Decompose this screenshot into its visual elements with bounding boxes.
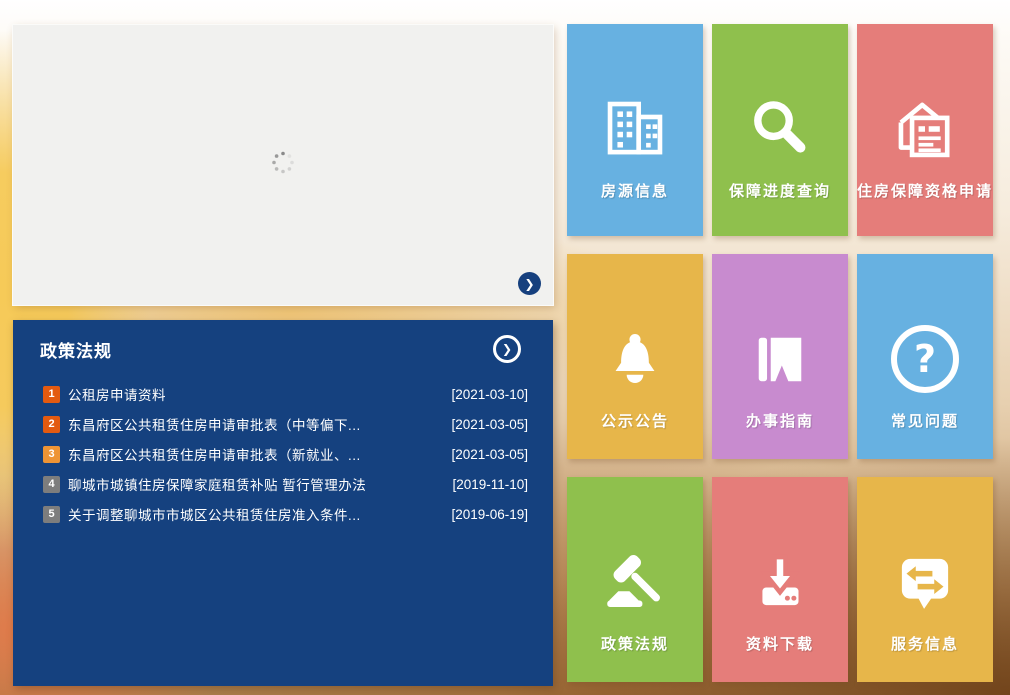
tile-service-info[interactable]: 服务信息: [857, 477, 993, 682]
tile-label: 公示公告: [600, 413, 669, 430]
policy-news-panel: 政策法规 ❯ 1 公租房申请资料 [2021-03-10] 2 东昌府区公共租赁…: [13, 320, 553, 686]
policy-item-link[interactable]: 公租房申请资料: [68, 384, 443, 404]
policy-item-link[interactable]: 东昌府区公共租赁住房申请审批表（中等偏下...: [68, 414, 443, 434]
house-document-icon: [888, 90, 962, 168]
tile-label: 保障进度查询: [728, 183, 831, 200]
tile-qualification-apply[interactable]: 住房保障资格申请: [857, 24, 993, 236]
policy-item-link[interactable]: 聊城市城镇住房保障家庭租赁补贴 暂行管理办法: [68, 474, 444, 494]
policy-item-link[interactable]: 关于调整聊城市市城区公共租赁住房准入条件...: [68, 504, 443, 524]
policy-item-date: [2019-11-10]: [452, 476, 528, 492]
bell-icon: [598, 320, 672, 398]
tile-label: 常见问题: [890, 413, 959, 430]
book-icon: [743, 320, 817, 398]
tile-policies[interactable]: 政策法规: [567, 477, 703, 682]
service-tiles-grid: 房源信息 保障进度查询 住房保障资格申请 公示公告 办事指南 ? 常见问题 政策…: [567, 24, 993, 682]
tile-label: 政策法规: [600, 636, 669, 653]
loading-spinner-icon: [270, 150, 296, 181]
tile-downloads[interactable]: 资料下载: [712, 477, 848, 682]
chevron-right-icon: ❯: [524, 276, 535, 291]
list-item[interactable]: 1 公租房申请资料 [2021-03-10]: [13, 379, 553, 409]
policy-panel-header: 政策法规 ❯: [13, 320, 553, 363]
policy-more-button[interactable]: ❯: [493, 335, 521, 363]
download-icon: [743, 543, 817, 621]
question-icon: ?: [891, 320, 959, 398]
policy-item-date: [2021-03-05]: [451, 416, 528, 432]
tile-label: 资料下载: [745, 636, 814, 653]
list-item[interactable]: 2 东昌府区公共租赁住房申请审批表（中等偏下... [2021-03-05]: [13, 409, 553, 439]
buildings-icon: [598, 90, 672, 168]
policy-item-date: [2019-06-19]: [451, 506, 528, 522]
carousel-next-button[interactable]: ❯: [518, 272, 541, 295]
search-icon: [743, 90, 817, 168]
rank-badge: 4: [43, 475, 60, 493]
policy-list: 1 公租房申请资料 [2021-03-10] 2 东昌府区公共租赁住房申请审批表…: [13, 379, 553, 529]
list-item[interactable]: 3 东昌府区公共租赁住房申请审批表（新就业、... [2021-03-05]: [13, 439, 553, 469]
tile-announcements[interactable]: 公示公告: [567, 254, 703, 459]
rank-badge: 3: [43, 445, 60, 463]
tile-label: 住房保障资格申请: [857, 183, 994, 200]
tile-service-guide[interactable]: 办事指南: [712, 254, 848, 459]
policy-item-date: [2021-03-10]: [451, 386, 528, 402]
policy-item-link[interactable]: 东昌府区公共租赁住房申请审批表（新就业、...: [68, 444, 443, 464]
chevron-right-icon: ❯: [501, 342, 513, 356]
tile-housing-info[interactable]: 房源信息: [567, 24, 703, 236]
gavel-icon: [598, 543, 672, 621]
list-item[interactable]: 4 聊城市城镇住房保障家庭租赁补贴 暂行管理办法 [2019-11-10]: [13, 469, 553, 499]
rank-badge: 5: [43, 505, 60, 523]
rank-badge: 1: [43, 385, 60, 403]
tile-label: 服务信息: [890, 636, 959, 653]
tile-faq[interactable]: ? 常见问题: [857, 254, 993, 459]
policy-item-date: [2021-03-05]: [451, 446, 528, 462]
tile-label: 房源信息: [600, 183, 669, 200]
banner-carousel-panel: ❯: [13, 25, 553, 305]
tile-label: 办事指南: [745, 413, 814, 430]
rank-badge: 2: [43, 415, 60, 433]
list-item[interactable]: 5 关于调整聊城市市城区公共租赁住房准入条件... [2019-06-19]: [13, 499, 553, 529]
policy-panel-title: 政策法规: [40, 341, 112, 361]
question-mark-glyph: ?: [891, 325, 959, 393]
tile-progress-query[interactable]: 保障进度查询: [712, 24, 848, 236]
message-swap-icon: [888, 543, 962, 621]
